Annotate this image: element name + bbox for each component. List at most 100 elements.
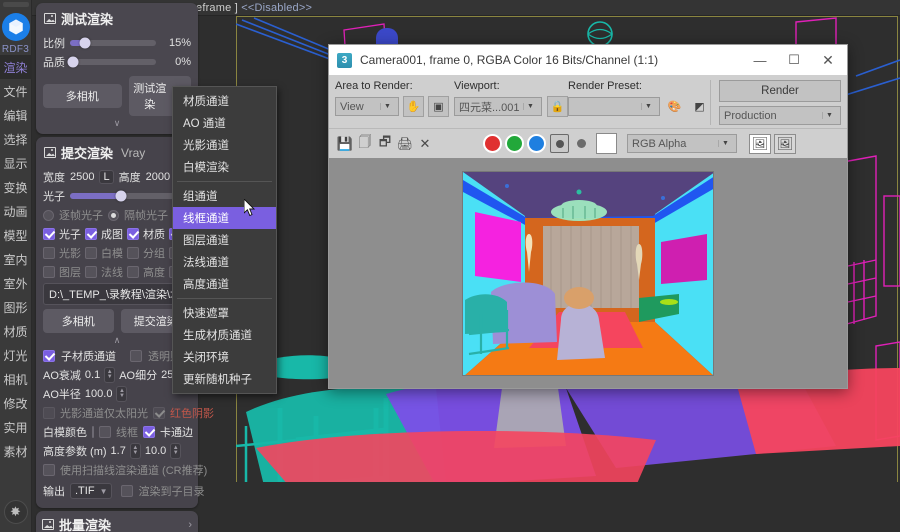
lock-icon[interactable]: 🔒 <box>547 96 568 117</box>
batch-render-card[interactable]: 批量渲染 › <box>36 511 198 532</box>
multicam-button[interactable]: 多相机 <box>43 84 122 108</box>
minimize-button[interactable]: — <box>743 46 777 75</box>
cartoon-edge-checkbox[interactable] <box>143 426 155 438</box>
height-value[interactable]: 2000 <box>146 171 170 183</box>
render-frame-window[interactable]: 3 Camera001, frame 0, RGBA Color 16 Bits… <box>328 44 848 389</box>
rail-item-edit[interactable]: 编辑 <box>0 103 32 127</box>
ratio-slider[interactable] <box>70 37 156 49</box>
menu-item-height-channel[interactable]: 高度通道 <box>173 273 276 295</box>
production-select[interactable]: Production ▼ <box>719 106 841 125</box>
copy-icon[interactable]: 🗍 <box>355 134 375 154</box>
exposure-control-icon[interactable]: ◩ <box>689 96 710 117</box>
menu-item-close-environment[interactable]: 关闭环境 <box>173 346 276 368</box>
chevron-right-icon[interactable]: › <box>188 519 192 531</box>
print-render-icon[interactable]: 🖼 <box>774 133 796 154</box>
height-param-b-spinner[interactable]: ▲ ▼ <box>170 443 182 459</box>
height-param-a-spinner[interactable]: ▲ ▼ <box>129 443 141 459</box>
width-value[interactable]: 2500 <box>70 171 94 183</box>
rail-item-render[interactable]: 渲染 <box>0 55 32 79</box>
per-frame-photon-radio[interactable] <box>43 209 54 221</box>
check-height[interactable] <box>127 266 139 278</box>
rail-item-modify[interactable]: 修改 <box>0 391 32 415</box>
ao-decay-spinner[interactable]: ▲ ▼ <box>104 367 116 383</box>
rail-item-exterior[interactable]: 室外 <box>0 271 32 295</box>
channel-select[interactable]: RGB Alpha ▼ <box>627 134 737 153</box>
menu-item-quick-mask[interactable]: 快速遮罩 <box>173 302 276 324</box>
ao-decay-value[interactable]: 0.1 <box>85 369 100 381</box>
white-model-color-swatch[interactable] <box>92 426 94 438</box>
rail-item-display[interactable]: 显示 <box>0 151 32 175</box>
rail-item-utility[interactable]: 实用 <box>0 415 32 439</box>
green-channel-toggle[interactable] <box>505 134 524 153</box>
maximize-button[interactable]: ☐ <box>777 46 811 75</box>
submit-multicam-button[interactable]: 多相机 <box>43 309 114 333</box>
viewport-select[interactable]: 四元菜...001 ▼ <box>454 97 542 116</box>
menu-item-ao-channel[interactable]: AO 通道 <box>173 112 276 134</box>
rail-item-light[interactable]: 灯光 <box>0 343 32 367</box>
check-whitemodel[interactable] <box>85 247 97 259</box>
menu-item-generate-material-channel[interactable]: 生成材质通道 <box>173 324 276 346</box>
skip-frame-photon-radio[interactable] <box>108 209 119 221</box>
left-icon-rail[interactable]: RDF3 渲染 文件 编辑 选择 显示 变换 动画 模型 室内 室外 图形 材质… <box>0 0 32 532</box>
output-path-input[interactable]: D:\_TEMP_\录教程\渲染\北欧 <box>43 283 191 305</box>
transparent-map-checkbox[interactable] <box>130 350 142 362</box>
menu-item-wireframe-channel[interactable]: 线框通道 <box>173 207 276 229</box>
rail-item-interior[interactable]: 室内 <box>0 247 32 271</box>
menu-item-layer-channel[interactable]: 图层通道 <box>173 229 276 251</box>
rail-item-model[interactable]: 模型 <box>0 223 32 247</box>
print-icon[interactable]: 🖨 <box>395 134 415 154</box>
sub-material-channel-checkbox[interactable] <box>43 350 55 362</box>
shadow-sun-only-checkbox[interactable] <box>43 407 55 419</box>
output-format-select[interactable]: .TIF ▼ <box>70 483 113 499</box>
render-channel-dropdown-menu[interactable]: 材质通道 AO 通道 光影通道 白模渲染 组通道 线框通道 图层通道 法线通道 … <box>172 86 277 394</box>
wireframe-checkbox[interactable] <box>99 426 111 438</box>
delete-icon[interactable]: ✕ <box>415 134 435 154</box>
check-shadow[interactable] <box>43 247 55 259</box>
rail-item-material[interactable]: 材质 <box>0 319 32 343</box>
red-channel-toggle[interactable] <box>483 134 502 153</box>
rail-item-assets[interactable]: 素材 <box>0 439 32 463</box>
area-to-render-select[interactable]: View ▼ <box>335 97 399 116</box>
rail-item-select[interactable]: 选择 <box>0 127 32 151</box>
render-subdir-checkbox[interactable] <box>121 485 134 497</box>
scanline-checkbox[interactable] <box>43 464 55 476</box>
menu-item-material-channel[interactable]: 材质通道 <box>173 90 276 112</box>
rail-grip[interactable] <box>2 2 29 7</box>
render-button[interactable]: Render <box>719 80 841 102</box>
height-param-a[interactable]: 1.7 <box>111 445 126 457</box>
mono-channel-toggle[interactable] <box>577 139 586 148</box>
menu-item-white-model-render[interactable]: 白模渲染 <box>173 156 276 178</box>
render-preset-select[interactable]: ▼ <box>568 97 660 116</box>
rail-item-animation[interactable]: 动画 <box>0 199 32 223</box>
collapse-caret-up-icon[interactable]: ∧ <box>42 336 192 345</box>
menu-item-shadow-channel[interactable]: 光影通道 <box>173 134 276 156</box>
alpha-channel-toggle[interactable] <box>550 134 569 153</box>
menu-item-normal-channel[interactable]: 法线通道 <box>173 251 276 273</box>
pan-hand-icon[interactable]: ✋ <box>403 96 424 117</box>
check-photon[interactable] <box>43 228 55 240</box>
background-swatch[interactable] <box>596 133 617 154</box>
rendered-material-id-image[interactable] <box>462 170 714 376</box>
rail-item-transform[interactable]: 变换 <box>0 175 32 199</box>
rail-item-file[interactable]: 文件 <box>0 79 32 103</box>
expand-caret-down-icon[interactable]: ∨ <box>42 119 192 128</box>
check-material[interactable] <box>127 228 139 240</box>
aspect-lock-toggle[interactable]: L <box>99 170 114 184</box>
settings-gear-icon[interactable]: ✸ <box>3 500 28 524</box>
quality-slider[interactable] <box>67 56 156 68</box>
save-icon[interactable]: 💾 <box>335 134 355 154</box>
check-layer[interactable] <box>43 266 55 278</box>
render-image-area[interactable] <box>329 158 847 388</box>
rail-item-camera[interactable]: 相机 <box>0 367 32 391</box>
render-window-titlebar[interactable]: 3 Camera001, frame 0, RGBA Color 16 Bits… <box>329 45 847 75</box>
clone-icon[interactable]: 🗗 <box>375 134 395 154</box>
check-beauty[interactable] <box>85 228 97 240</box>
red-shadow-checkbox[interactable] <box>153 407 165 419</box>
menu-item-group-channel[interactable]: 组通道 <box>173 185 276 207</box>
auto-region-icon[interactable]: ▣ <box>428 96 449 117</box>
blue-channel-toggle[interactable] <box>527 134 546 153</box>
ao-radius-spinner[interactable]: ▲ ▼ <box>116 386 128 402</box>
menu-item-update-random-seed[interactable]: 更新随机种子 <box>173 368 276 390</box>
render-setup-icon[interactable]: 🎨 <box>664 96 685 117</box>
check-normal[interactable] <box>85 266 97 278</box>
